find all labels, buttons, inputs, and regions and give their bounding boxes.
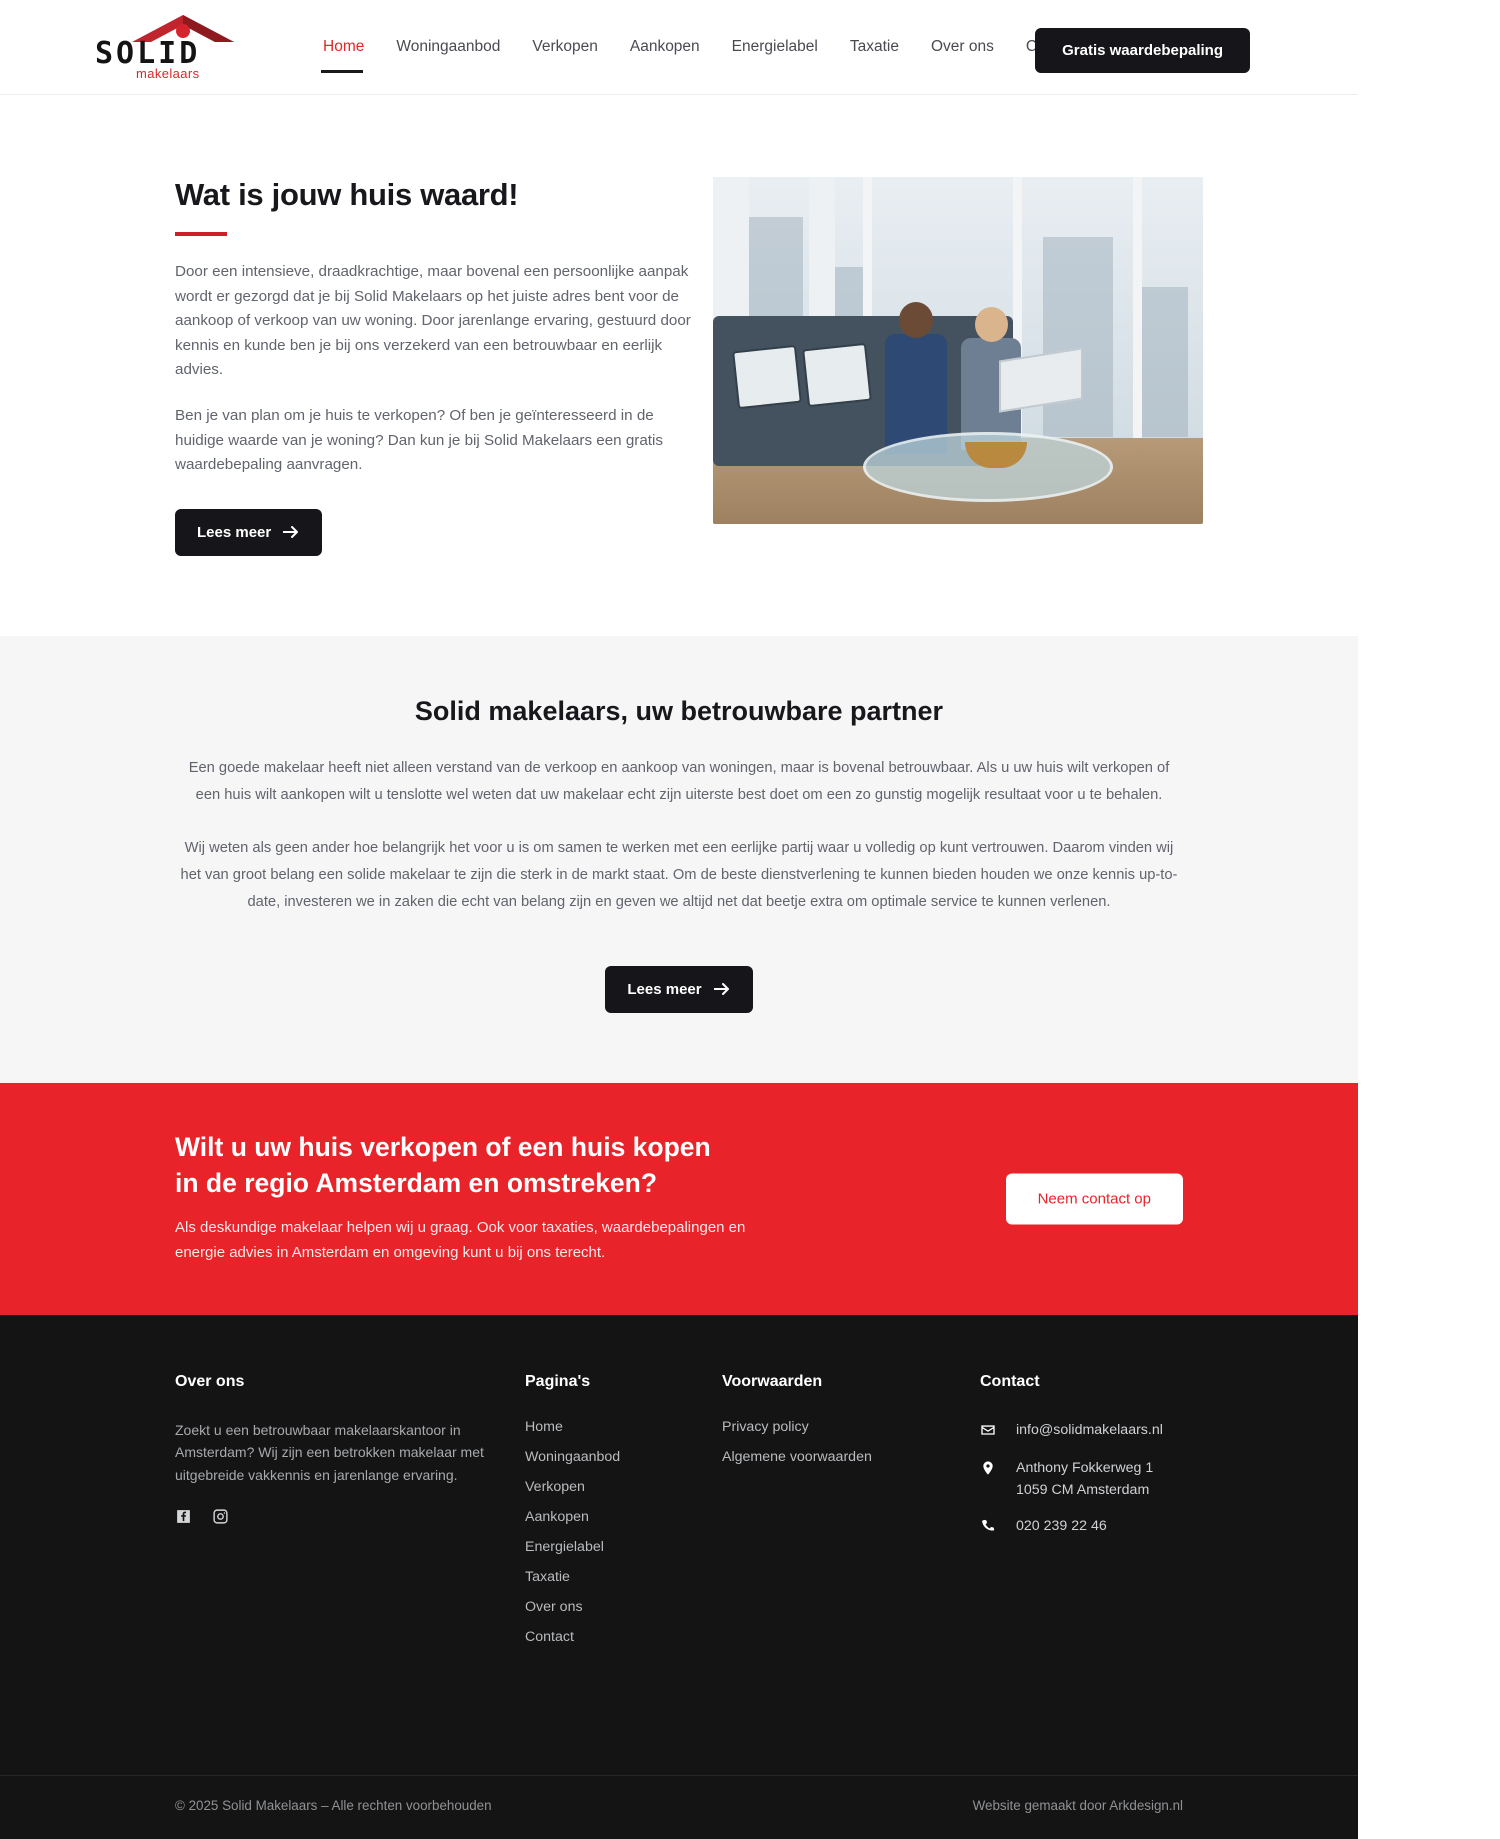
- footer-contact-address-row[interactable]: Anthony Fokkerweg 1 1059 CM Amsterdam: [980, 1457, 1280, 1501]
- footer-link-algemene-voorwaarden[interactable]: Algemene voorwaarden: [722, 1449, 980, 1465]
- page-root: SOLID makelaars Home Woningaanbod Verkop…: [0, 0, 1358, 1839]
- cta-text-block: Wilt u uw huis verkopen of een huis kope…: [175, 1129, 775, 1265]
- cta-paragraph: Als deskundige makelaar helpen wij u gra…: [175, 1218, 746, 1261]
- hero-text-column: Wat is jouw huis waard! Door een intensi…: [175, 177, 695, 556]
- footer-link-contact[interactable]: Contact: [525, 1629, 722, 1645]
- footer-contact-phone: 020 239 22 46: [1016, 1517, 1107, 1534]
- footer-address-line-2: 1059 CM Amsterdam: [1016, 1481, 1150, 1498]
- hero-read-more-button[interactable]: Lees meer: [175, 508, 323, 556]
- nav-item-energielabel[interactable]: Energielabel: [730, 34, 820, 60]
- envelope-icon: [980, 1419, 996, 1443]
- contact-cta-banner: Wilt u uw huis verkopen of een huis kope…: [0, 1082, 1358, 1315]
- nav-item-verkopen[interactable]: Verkopen: [530, 34, 600, 60]
- hero-read-more-label: Lees meer: [197, 523, 272, 541]
- nav-item-woningaanbod[interactable]: Woningaanbod: [394, 34, 502, 60]
- hero-image-column: [713, 177, 1203, 556]
- cta-title-line-1: Wilt u uw huis verkopen of een huis kope…: [175, 1131, 711, 1162]
- phone-icon: [980, 1515, 996, 1539]
- main-navigation: Home Woningaanbod Verkopen Aankopen Ener…: [321, 34, 1081, 73]
- footer-column-terms: Voorwaarden Privacy policy Algemene voor…: [722, 1373, 980, 1659]
- footer-link-woningaanbod[interactable]: Woningaanbod: [525, 1449, 722, 1465]
- footer-link-privacy-policy[interactable]: Privacy policy: [722, 1419, 980, 1435]
- footer-contact-email: info@solidmakelaars.nl: [1016, 1421, 1163, 1438]
- arrow-right-icon: [283, 526, 299, 539]
- footer-columns: Over ons Zoekt u een betrouwbaar makelaa…: [175, 1373, 1358, 1659]
- hero-paragraph-2: Ben je van plan om je huis te verkopen? …: [175, 406, 663, 474]
- footer-credit[interactable]: Website gemaakt door Arkdesign.nl: [973, 1798, 1183, 1813]
- hero-title: Wat is jouw huis waard!: [175, 177, 519, 212]
- footer-contact-heading: Contact: [980, 1372, 1040, 1390]
- footer-column-pages: Pagina's Home Woningaanbod Verkopen Aank…: [525, 1373, 722, 1659]
- hero-accent-rule: [175, 232, 227, 236]
- footer-terms-heading: Voorwaarden: [722, 1372, 823, 1390]
- hero-paragraph-1: Door een intensieve, draadkrachtige, maa…: [175, 263, 691, 379]
- facebook-icon[interactable]: [175, 1508, 192, 1525]
- nav-item-over-ons[interactable]: Over ons: [929, 34, 996, 60]
- site-logo[interactable]: SOLID makelaars: [95, 14, 245, 81]
- footer-contact-email-row[interactable]: info@solidmakelaars.nl: [980, 1419, 1280, 1443]
- footer-link-home[interactable]: Home: [525, 1419, 722, 1435]
- cta-contact-button[interactable]: Neem contact op: [1005, 1173, 1183, 1225]
- footer-column-about: Over ons Zoekt u een betrouwbaar makelaa…: [175, 1373, 525, 1659]
- footer-link-over-ons[interactable]: Over ons: [525, 1599, 722, 1615]
- cta-title-line-2: in de regio Amsterdam en omstreken?: [175, 1167, 658, 1198]
- mid-title: Solid makelaars, uw betrouwbare partner: [414, 695, 944, 726]
- hero-section: Wat is jouw huis waard! Door een intensi…: [0, 95, 1358, 636]
- footer-contact-phone-row[interactable]: 020 239 22 46: [980, 1515, 1280, 1539]
- arrow-right-icon: [713, 983, 729, 996]
- footer-link-verkopen[interactable]: Verkopen: [525, 1479, 722, 1495]
- footer-link-aankopen[interactable]: Aankopen: [525, 1509, 722, 1525]
- footer-column-contact: Contact info@solidmakelaars.nl Anthony F…: [980, 1373, 1280, 1659]
- mid-read-more-button[interactable]: Lees meer: [605, 965, 753, 1013]
- mid-paragraph-2: Wij weten als geen ander hoe belangrijk …: [180, 839, 1178, 910]
- trusted-partner-section: Solid makelaars, uw betrouwbare partner …: [0, 635, 1358, 1083]
- nav-item-aankopen[interactable]: Aankopen: [628, 34, 702, 60]
- map-pin-icon: [980, 1457, 996, 1481]
- site-header: SOLID makelaars Home Woningaanbod Verkop…: [0, 0, 1358, 95]
- mid-paragraph-1: Een goede makelaar heeft niet alleen ver…: [188, 759, 1170, 803]
- footer-link-taxatie[interactable]: Taxatie: [525, 1569, 722, 1585]
- footer-social-links: [175, 1508, 525, 1525]
- site-footer: Over ons Zoekt u een betrouwbaar makelaa…: [0, 1314, 1358, 1839]
- footer-contact-address: Anthony Fokkerweg 1 1059 CM Amsterdam: [1016, 1457, 1153, 1501]
- nav-item-home[interactable]: Home: [321, 34, 366, 73]
- footer-address-line-1: Anthony Fokkerweg 1: [1016, 1459, 1154, 1476]
- logo-subtitle: makelaars: [136, 66, 200, 81]
- nav-item-taxatie[interactable]: Taxatie: [848, 34, 901, 60]
- hero-image: [713, 177, 1203, 524]
- instagram-icon[interactable]: [212, 1508, 229, 1525]
- footer-about-text: Zoekt u een betrouwbaar makelaarskantoor…: [175, 1421, 484, 1483]
- cta-title: Wilt u uw huis verkopen of een huis kope…: [175, 1129, 775, 1201]
- header-cta-button[interactable]: Gratis waardebepaling: [1035, 28, 1250, 73]
- footer-link-energielabel[interactable]: Energielabel: [525, 1539, 722, 1555]
- mid-read-more-label: Lees meer: [627, 980, 702, 998]
- footer-copyright: © 2025 Solid Makelaars – Alle rechten vo…: [175, 1797, 492, 1813]
- footer-pages-heading: Pagina's: [525, 1372, 591, 1390]
- footer-about-heading: Over ons: [175, 1372, 245, 1390]
- footer-bottom-bar: © 2025 Solid Makelaars – Alle rechten vo…: [0, 1774, 1358, 1839]
